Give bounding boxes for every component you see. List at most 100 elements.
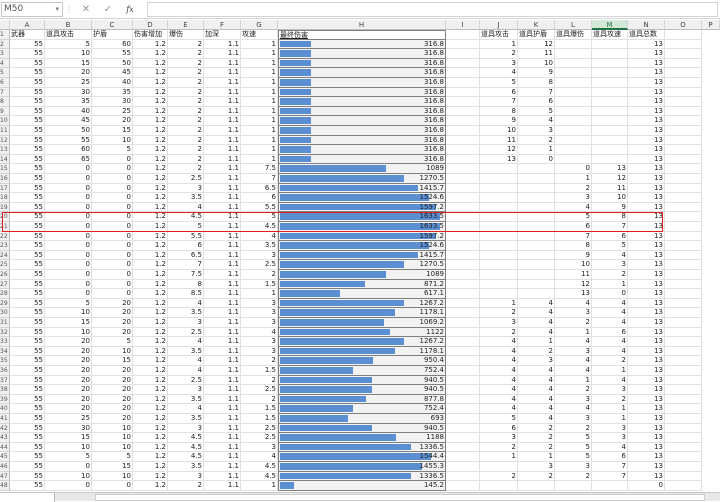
cell[interactable] <box>446 231 480 242</box>
cell[interactable] <box>446 49 480 59</box>
cell[interactable]: 1.1 <box>204 97 241 107</box>
cell[interactable]: 2 <box>480 442 518 453</box>
cell[interactable] <box>446 58 480 69</box>
cell[interactable]: 3 <box>241 308 278 318</box>
cell[interactable]: 55 <box>10 414 45 424</box>
cell[interactable]: 55 <box>10 337 45 347</box>
cell[interactable]: 1.1 <box>204 404 241 414</box>
final-damage-cell[interactable]: 940.5 <box>278 375 446 386</box>
cell[interactable]: 0 <box>45 462 92 472</box>
cell[interactable] <box>446 279 480 290</box>
cell[interactable]: 1.1 <box>204 78 241 88</box>
cell[interactable] <box>446 433 480 443</box>
cell[interactable]: 55 <box>10 87 45 98</box>
cell[interactable]: 13 <box>628 318 665 328</box>
cell[interactable]: 2 <box>168 87 204 98</box>
cell[interactable]: 60 <box>45 145 92 155</box>
cell[interactable]: 5.5 <box>241 202 278 213</box>
cell[interactable]: 9 <box>518 68 555 78</box>
cell[interactable]: 6 <box>480 87 518 98</box>
final-damage-cell[interactable]: 1415.7 <box>278 183 446 194</box>
cell[interactable]: 2 <box>592 356 628 366</box>
horizontal-scrollbar[interactable] <box>95 494 705 501</box>
cell[interactable]: 3 <box>592 385 628 395</box>
cell[interactable]: 55 <box>10 442 45 453</box>
cell[interactable]: 3 <box>168 385 204 395</box>
cell[interactable]: 55 <box>10 298 45 309</box>
cell[interactable]: 1 <box>241 126 278 136</box>
cell[interactable]: 7 <box>592 462 628 472</box>
cell[interactable] <box>480 241 518 251</box>
cell[interactable]: 1.1 <box>204 193 241 203</box>
cell[interactable]: 8 <box>592 212 628 222</box>
column-header-i[interactable]: I <box>446 20 480 30</box>
cell[interactable]: 2 <box>241 356 278 366</box>
cell[interactable] <box>518 279 555 290</box>
cell[interactable]: 13 <box>628 106 665 117</box>
cell[interactable]: 1 <box>555 375 592 386</box>
cell[interactable]: 25 <box>92 106 133 117</box>
cell[interactable] <box>555 145 592 155</box>
cell[interactable] <box>446 270 480 280</box>
cell[interactable] <box>480 174 518 184</box>
cell[interactable]: 13 <box>628 39 665 50</box>
cell[interactable]: 8 <box>480 106 518 117</box>
cell[interactable]: 55 <box>10 433 45 443</box>
cell[interactable]: 11 <box>592 183 628 194</box>
cell[interactable] <box>446 174 480 184</box>
cell[interactable]: 55 <box>10 289 45 299</box>
cell[interactable]: 2.5 <box>241 260 278 270</box>
cell[interactable]: 1.1 <box>204 346 241 357</box>
cell[interactable]: 13 <box>628 462 665 472</box>
cell[interactable] <box>446 471 480 482</box>
cell[interactable]: 13 <box>628 366 665 376</box>
cancel-icon[interactable]: ✕ <box>75 4 97 15</box>
cell[interactable]: 1.1 <box>204 318 241 328</box>
cell[interactable]: 55 <box>10 308 45 318</box>
cell[interactable]: 1 <box>592 404 628 414</box>
cell[interactable]: 10 <box>92 135 133 146</box>
cell[interactable]: 1.2 <box>133 366 168 376</box>
cell[interactable] <box>665 462 702 472</box>
cell[interactable]: 1 <box>518 452 555 462</box>
cell[interactable]: 4 <box>480 366 518 376</box>
header-cell[interactable]: 道具爆伤 <box>555 30 592 40</box>
row-header[interactable]: 44 <box>0 442 10 453</box>
cell[interactable]: 20 <box>92 385 133 395</box>
cell[interactable]: 1.1 <box>204 135 241 146</box>
cell[interactable]: 4 <box>592 442 628 453</box>
cell[interactable]: 12 <box>518 39 555 50</box>
cell[interactable] <box>592 135 628 146</box>
row-header[interactable]: 32 <box>0 327 10 338</box>
cell[interactable]: 0 <box>45 481 92 491</box>
cell[interactable]: 0 <box>92 154 133 165</box>
row-header[interactable]: 31 <box>0 318 10 328</box>
final-damage-cell[interactable]: 1455.3 <box>278 462 446 472</box>
cell[interactable]: 13 <box>628 212 665 222</box>
cell[interactable]: 0 <box>92 260 133 270</box>
cell[interactable] <box>480 270 518 280</box>
cell[interactable]: 1.1 <box>204 433 241 443</box>
cell[interactable]: 4 <box>555 337 592 347</box>
cell[interactable]: 1.1 <box>204 183 241 194</box>
cell[interactable]: 1.2 <box>133 481 168 491</box>
row-header[interactable]: 36 <box>0 366 10 376</box>
row-header[interactable]: 12 <box>0 135 10 146</box>
cell[interactable] <box>665 212 702 222</box>
cell[interactable]: 15 <box>92 356 133 366</box>
final-damage-cell[interactable]: 316.8 <box>278 126 446 136</box>
cell[interactable] <box>480 212 518 222</box>
cell[interactable]: 4 <box>592 298 628 309</box>
final-damage-cell[interactable]: 316.8 <box>278 154 446 165</box>
cell[interactable]: 13 <box>628 404 665 414</box>
final-damage-cell[interactable]: 1270.5 <box>278 260 446 270</box>
cell[interactable]: 3 <box>592 433 628 443</box>
cell[interactable] <box>665 366 702 376</box>
header-cell[interactable]: 道具攻击 <box>480 30 518 40</box>
cell[interactable]: 2.5 <box>168 327 204 338</box>
cell[interactable]: 55 <box>92 49 133 59</box>
final-damage-cell[interactable]: 1524.6 <box>278 241 446 251</box>
cell[interactable]: 1 <box>241 39 278 50</box>
cell[interactable]: 4 <box>241 231 278 242</box>
cell[interactable] <box>665 279 702 290</box>
